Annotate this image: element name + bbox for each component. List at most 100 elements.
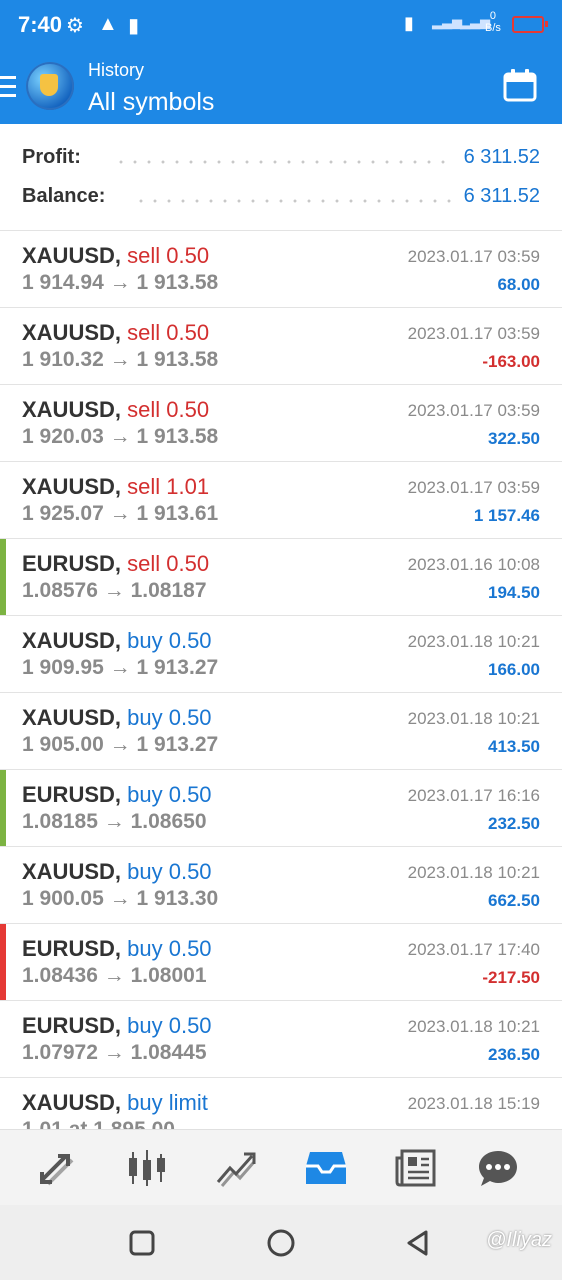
trade-row[interactable]: EURUSD, buy 0.50 1.08436 → 1.08001 2023.01… bbox=[0, 924, 562, 1001]
trade-symbol: EURUSD, buy 0.50 bbox=[22, 936, 212, 962]
home-icon[interactable] bbox=[265, 1227, 297, 1259]
trade-prices: 1.07972 → 1.08445 bbox=[22, 1041, 207, 1065]
trade-date: 2023.01.18 10:21 bbox=[407, 1017, 540, 1036]
trade-symbol: XAUUSD, buy 0.50 bbox=[22, 628, 212, 654]
balance-row: Balance: 6 311.52 bbox=[22, 185, 540, 217]
trade-row[interactable]: XAUUSD, buy limit 1.01 at 1 895.00 2023.01… bbox=[0, 1078, 562, 1129]
system-nav-bar: @Iliyaz bbox=[0, 1205, 562, 1280]
close-price: 1.08445 bbox=[130, 1041, 207, 1064]
trade-indicator-stripe bbox=[0, 539, 6, 615]
symbol-name: EURUSD, bbox=[22, 782, 122, 807]
close-price: 1 913.58 bbox=[136, 425, 219, 448]
status-bar: 7:40 ⚙ ▲ ▮ ▮ ▂▃▅ ▂▃▅ 0 B/s bbox=[0, 0, 562, 52]
trade-row[interactable]: EURUSD, sell 0.50 1.08576 → 1.08187 2023.0… bbox=[0, 539, 562, 616]
trade-row[interactable]: XAUUSD, sell 0.50 1 910.32 → 1 913.58 2023… bbox=[0, 308, 562, 385]
trade-row[interactable]: EURUSD, buy 0.50 1.07972 → 1.08445 2023.01… bbox=[0, 1001, 562, 1078]
trade-date: 2023.01.17 03:59 bbox=[407, 324, 540, 343]
symbol-name: XAUUSD, bbox=[22, 397, 122, 422]
calendar-icon[interactable] bbox=[503, 68, 537, 102]
open-price: 1.08185 bbox=[22, 810, 98, 833]
sim-icon: ▮ bbox=[128, 15, 140, 37]
open-price: 1.08436 bbox=[22, 964, 98, 987]
trade-side: sell 0.50 bbox=[127, 397, 210, 422]
top-bar: 7:40 ⚙ ▲ ▮ ▮ ▂▃▅ ▂▃▅ 0 B/s History All s… bbox=[0, 0, 562, 124]
arrow-icon: → bbox=[103, 1041, 125, 1064]
trade-symbol: XAUUSD, buy 0.50 bbox=[22, 859, 212, 885]
symbol-name: XAUUSD, bbox=[22, 1090, 122, 1115]
chat-icon[interactable] bbox=[476, 1148, 520, 1188]
trade-prices: 1.01 at 1 895.00 bbox=[22, 1118, 175, 1129]
chart-icon[interactable] bbox=[125, 1148, 169, 1188]
open-price: 1.08576 bbox=[22, 579, 98, 602]
trade-row[interactable]: XAUUSD, sell 0.50 1 914.94 → 1 913.58 2023… bbox=[0, 231, 562, 308]
trade-symbol: XAUUSD, sell 0.50 bbox=[22, 243, 209, 269]
trade-row[interactable]: XAUUSD, buy 0.50 1 900.05 → 1 913.30 2023.… bbox=[0, 847, 562, 924]
arrow-icon: → bbox=[109, 656, 131, 679]
news-icon[interactable] bbox=[394, 1148, 438, 1188]
trade-date: 2023.01.17 03:59 bbox=[407, 247, 540, 266]
trade-profit: 413.50 bbox=[488, 737, 540, 756]
symbol-name: EURUSD, bbox=[22, 551, 122, 576]
trade-date: 2023.01.18 10:21 bbox=[407, 863, 540, 882]
symbol-name: XAUUSD, bbox=[22, 243, 122, 268]
trade-date: 2023.01.18 15:19 bbox=[407, 1094, 540, 1113]
trade-row[interactable]: XAUUSD, buy 0.50 1 909.95 → 1 913.27 2023.… bbox=[0, 616, 562, 693]
trade-side: sell 0.50 bbox=[127, 551, 210, 576]
arrow-icon: → bbox=[109, 733, 131, 756]
trade-date: 2023.01.18 10:21 bbox=[407, 709, 540, 728]
menu-icon[interactable] bbox=[0, 76, 16, 100]
warning-icon: ▲ bbox=[98, 13, 118, 35]
recents-icon[interactable] bbox=[128, 1229, 156, 1257]
trade-date: 2023.01.18 10:21 bbox=[407, 632, 540, 651]
trade-profit: 1 157.46 bbox=[473, 506, 540, 525]
trade-prices: 1 909.95 → 1 913.27 bbox=[22, 656, 218, 680]
trade-icon[interactable] bbox=[214, 1148, 258, 1188]
trade-side: sell 0.50 bbox=[127, 243, 210, 268]
open-price: 1 925.07 bbox=[22, 502, 104, 525]
trade-profit: 194.50 bbox=[488, 583, 540, 602]
open-price: 1 909.95 bbox=[22, 656, 104, 679]
arrow-icon: → bbox=[109, 425, 131, 448]
watermark: @Iliyaz bbox=[486, 1229, 552, 1251]
close-price: 1.08187 bbox=[130, 579, 207, 602]
header-title[interactable]: All symbols bbox=[88, 88, 214, 117]
trade-symbol: XAUUSD, buy limit bbox=[22, 1090, 208, 1116]
open-price: 1 910.32 bbox=[22, 348, 104, 371]
trade-prices: 1 910.32 → 1 913.58 bbox=[22, 348, 218, 372]
symbol-name: XAUUSD, bbox=[22, 628, 122, 653]
trade-prices: 1 920.03 → 1 913.58 bbox=[22, 425, 218, 449]
quotes-icon[interactable] bbox=[36, 1148, 80, 1188]
trade-side: sell 1.01 bbox=[127, 474, 210, 499]
status-time: 7:40 bbox=[18, 12, 63, 37]
close-price: 1 913.30 bbox=[136, 887, 219, 910]
trade-indicator-stripe bbox=[0, 770, 6, 846]
trade-symbol: EURUSD, sell 0.50 bbox=[22, 551, 209, 577]
signal-icon: ▂▃▅ bbox=[432, 14, 462, 29]
trade-symbol: XAUUSD, sell 1.01 bbox=[22, 474, 209, 500]
close-price: 1.08650 bbox=[130, 810, 207, 833]
settings-icon: ⚙ bbox=[66, 15, 84, 37]
trade-row[interactable]: XAUUSD, sell 1.01 1 925.07 → 1 913.61 2023… bbox=[0, 462, 562, 539]
open-price: 1 905.00 bbox=[22, 733, 104, 756]
close-price: 1.08001 bbox=[130, 964, 207, 987]
trade-row[interactable]: XAUUSD, buy 0.50 1 905.00 → 1 913.27 2023.… bbox=[0, 693, 562, 770]
open-price: 1 914.94 bbox=[22, 271, 104, 294]
arrow-icon: → bbox=[103, 964, 125, 987]
open-price: 1 920.03 bbox=[22, 425, 104, 448]
battery-icon bbox=[512, 16, 548, 33]
trade-row[interactable]: XAUUSD, sell 0.50 1 920.03 → 1 913.58 2023… bbox=[0, 385, 562, 462]
trade-profit: -217.50 bbox=[482, 968, 540, 987]
net-speed: 0 B/s bbox=[485, 10, 501, 34]
trade-symbol: EURUSD, buy 0.50 bbox=[22, 1013, 212, 1039]
trade-side: buy 0.50 bbox=[127, 705, 212, 730]
trade-row[interactable]: EURUSD, buy 0.50 1.08185 → 1.08650 2023.01… bbox=[0, 770, 562, 847]
trade-date: 2023.01.17 16:16 bbox=[407, 786, 540, 805]
trade-side: buy limit bbox=[127, 1090, 208, 1115]
profit-label: Profit: bbox=[22, 146, 81, 168]
arrow-icon: → bbox=[109, 502, 131, 525]
trade-side: sell 0.50 bbox=[127, 320, 210, 345]
history-icon[interactable] bbox=[304, 1148, 348, 1188]
trade-side: buy 0.50 bbox=[127, 936, 212, 961]
back-icon[interactable] bbox=[404, 1229, 432, 1257]
vibrate-icon: ▮ bbox=[404, 13, 414, 33]
